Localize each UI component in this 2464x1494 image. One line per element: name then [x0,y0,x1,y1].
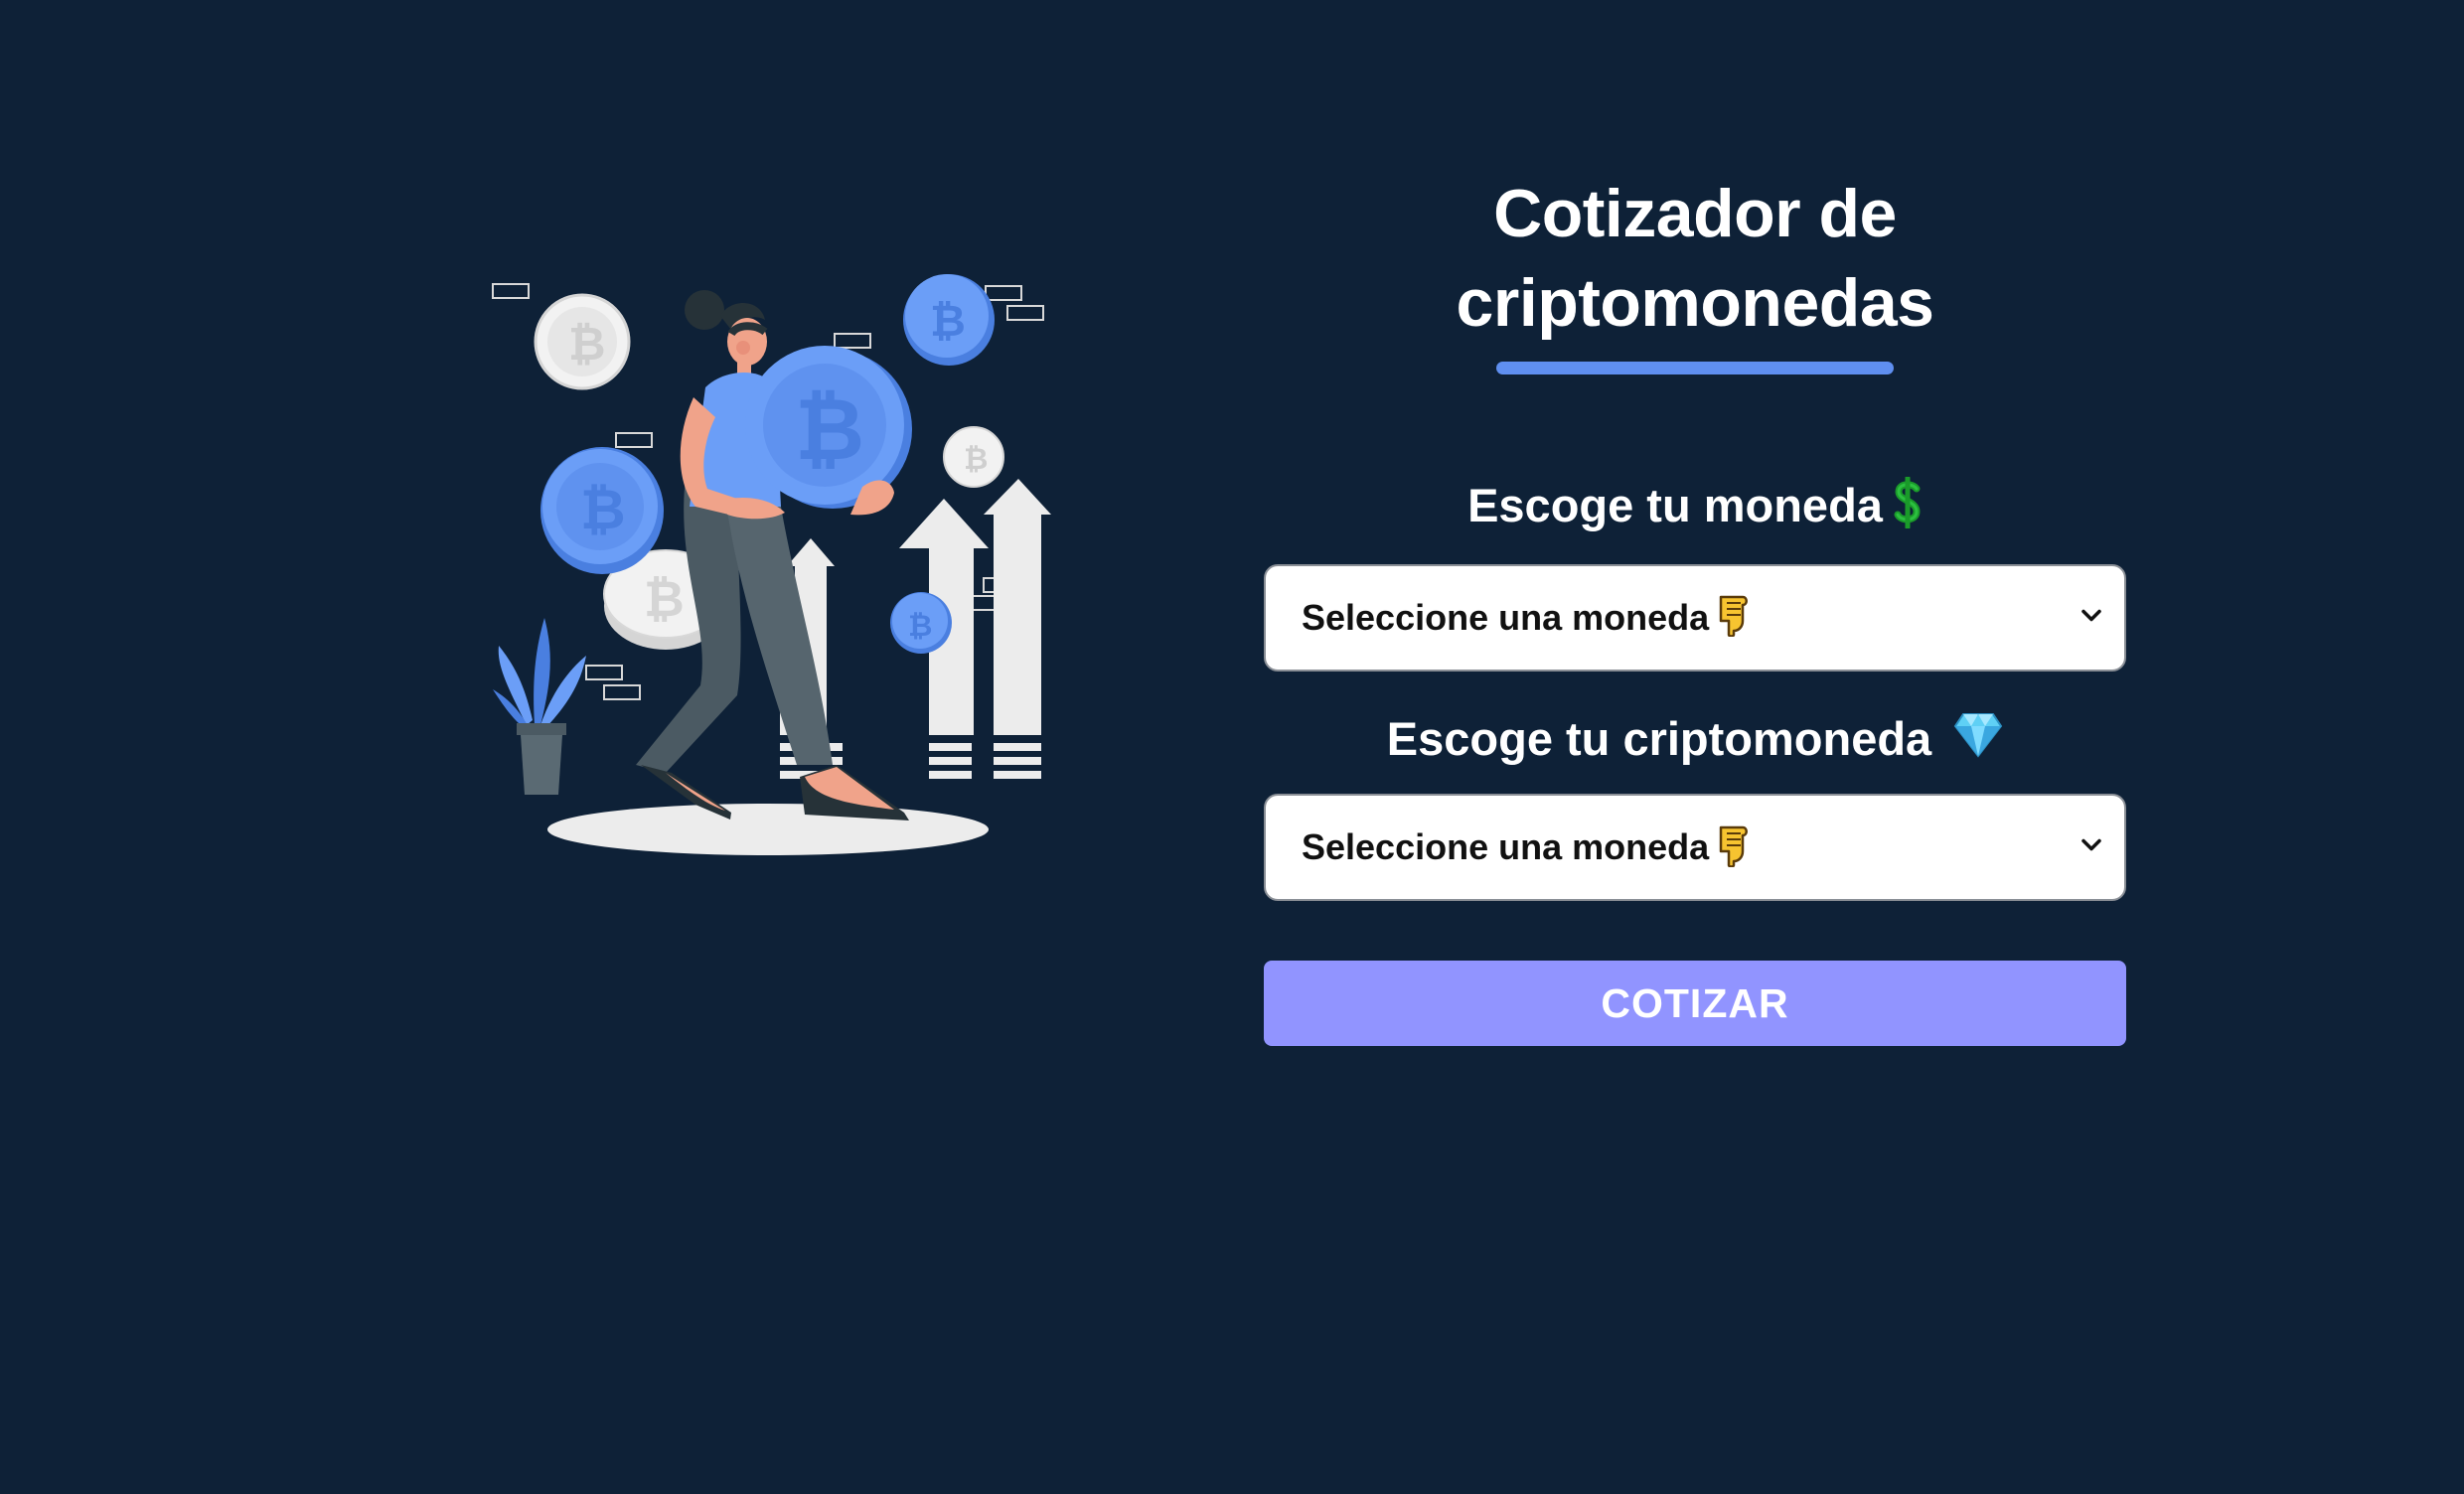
person-carrying-bitcoin-icon: ₿ ₿ ₿ ₿ ₿ ₿ ₿ [492,274,1051,855]
pointing-down-hand-icon [1717,593,1751,642]
crypto-label-text: Escoge tu criptomoneda [1386,711,1932,765]
gem-icon [1953,712,2003,772]
svg-text:₿: ₿ [580,478,626,542]
currency-label-text: Escoge tu moneda [1467,479,1883,531]
crypto-label: Escoge tu criptomoneda [1264,709,2126,773]
chevron-down-icon [2080,838,2102,857]
pointing-down-hand-icon [1717,823,1751,872]
currency-select-value: Seleccione una moneda [1302,596,1710,638]
svg-text:₿: ₿ [795,380,864,480]
quote-form: Cotizador de criptomonedas Escoge tu mon… [1264,169,2126,1047]
crypto-select-value: Seleccione una moneda [1302,826,1710,868]
currency-label: Escoge tu moneda [1264,475,2126,542]
title-underline [1496,362,1894,374]
page: ₿ ₿ ₿ ₿ ₿ ₿ ₿ Cotizador de criptomonedas… [0,0,2464,1494]
svg-text:₿: ₿ [908,609,932,644]
currency-select[interactable]: Seleccione una moneda [1264,563,2126,672]
svg-text:₿: ₿ [644,570,685,628]
svg-text:₿: ₿ [964,442,988,477]
svg-text:₿: ₿ [930,296,966,347]
dollar-sign-icon [1893,475,1923,542]
page-title: Cotizador de criptomonedas [1456,176,1934,341]
crypto-select[interactable]: Seleccione una moneda [1264,794,2126,902]
crypto-illustration: ₿ ₿ ₿ ₿ ₿ ₿ ₿ [477,268,1073,874]
cotizar-button[interactable]: COTIZAR [1264,961,2126,1047]
svg-text:₿: ₿ [568,317,606,371]
chevron-down-icon [2080,608,2102,627]
